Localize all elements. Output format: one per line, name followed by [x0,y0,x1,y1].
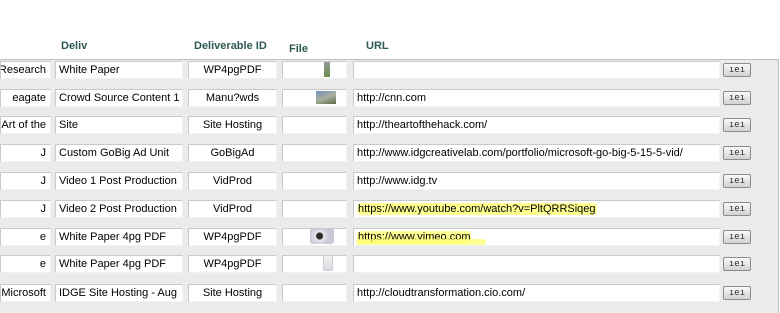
lead-field[interactable]: Microsoft [0,284,51,302]
deliv-field[interactable]: Video 2 Post Production [55,200,183,218]
row-action-button[interactable]: ıeı [723,91,751,105]
deliv-field[interactable]: Crowd Source Content 1 [55,89,183,107]
deliverable-id-field[interactable]: VidProd [188,172,277,190]
deliverable-id-field[interactable]: Site Hosting [188,116,277,134]
row-action-button[interactable]: ıeı [723,230,751,244]
lead-field[interactable]: J [0,172,51,190]
lead-field[interactable]: eagate [0,89,51,107]
table-row: J Video 2 Post Production VidProd https:… [0,200,778,222]
photo-thumbnail-icon[interactable] [315,90,336,104]
row-action-button[interactable]: ıeı [723,63,751,77]
row-action-button[interactable]: ıeı [723,174,751,188]
deliv-field[interactable]: Video 1 Post Production [55,172,183,190]
deliv-field[interactable]: IDGE Site Hosting - Aug [55,284,183,302]
url-field[interactable]: http://www.idg.tv [353,172,720,190]
file-cell[interactable] [282,255,347,273]
row-action-button[interactable]: ıeı [723,202,751,216]
deliverable-id-field[interactable]: VidProd [188,200,277,218]
media-thumbnail-icon[interactable] [309,229,334,245]
file-cell[interactable] [282,200,347,218]
table-row: J Custom GoBig Ad Unit GoBigAd http://ww… [0,144,778,166]
url-field[interactable]: http://cnn.com [353,89,720,107]
file-cell[interactable] [282,228,347,246]
table-row: J Video 1 Post Production VidProd http:/… [0,172,778,194]
row-action-button[interactable]: ıeı [723,286,751,300]
url-field[interactable]: http://theartofthehack.com/ [353,116,720,134]
column-header-file: File [289,43,308,55]
highlighted-url: https://www.youtube.com/watch?v=PltQRRSi… [357,203,597,215]
row-action-button[interactable]: ıeı [723,118,751,132]
column-header-url: URL [366,40,389,52]
deliverable-id-field[interactable]: Manu?wds [188,89,277,107]
lead-field[interactable]: Art of the [0,116,51,134]
url-field[interactable]: http://www.idgcreativelab.com/portfolio/… [353,144,720,162]
file-cell[interactable] [282,89,347,107]
highlight-mark [356,239,486,245]
row-action-button[interactable]: ıeı [723,146,751,160]
lead-field[interactable]: e [0,255,51,273]
lead-field[interactable]: J [0,200,51,218]
deliv-field[interactable]: White Paper [55,61,183,79]
lead-field[interactable]: e [0,228,51,246]
url-field[interactable] [353,61,720,79]
deliverable-id-field[interactable]: GoBigAd [188,144,277,162]
deliv-field[interactable]: White Paper 4pg PDF [55,255,183,273]
deliverable-id-field[interactable]: Site Hosting [188,284,277,302]
deliverables-table: Research White Paper WP4pgPDF ıeı eagate… [0,59,779,313]
lead-field[interactable]: Research [0,61,51,79]
deliverable-id-field[interactable]: WP4pgPDF [188,255,277,273]
file-cell[interactable] [282,144,347,162]
table-row: eagate Crowd Source Content 1 Manu?wds h… [0,89,778,111]
table-row: Research White Paper WP4pgPDF ıeı [0,61,778,83]
deliv-field[interactable]: Site [55,116,183,134]
table-row: Art of the Site Site Hosting http://thea… [0,116,778,138]
deliv-field[interactable]: White Paper 4pg PDF [55,228,183,246]
file-cell[interactable] [282,116,347,134]
file-cell[interactable] [282,172,347,190]
url-field[interactable] [353,255,720,273]
deliverable-id-field[interactable]: WP4pgPDF [188,61,277,79]
deliv-field[interactable]: Custom GoBig Ad Unit [55,144,183,162]
lead-field[interactable]: J [0,144,51,162]
file-cell[interactable] [282,284,347,302]
file-cell[interactable] [282,61,347,79]
table-row: e White Paper 4pg PDF WP4pgPDF ıeı [0,255,778,277]
column-header-deliverable-id: Deliverable ID [194,40,267,52]
url-field[interactable]: http://cloudtransformation.cio.com/ [353,284,720,302]
document-thumbnail-icon[interactable] [323,62,330,78]
column-header-deliv: Deliv [61,40,88,52]
document-thumbnail-icon[interactable] [322,256,333,272]
row-action-button[interactable]: ıeı [723,257,751,271]
url-field[interactable]: https://www.youtube.com/watch?v=PltQRRSi… [353,200,720,218]
table-row: Microsoft IDGE Site Hosting - Aug Site H… [0,284,778,306]
deliverable-id-field[interactable]: WP4pgPDF [188,228,277,246]
